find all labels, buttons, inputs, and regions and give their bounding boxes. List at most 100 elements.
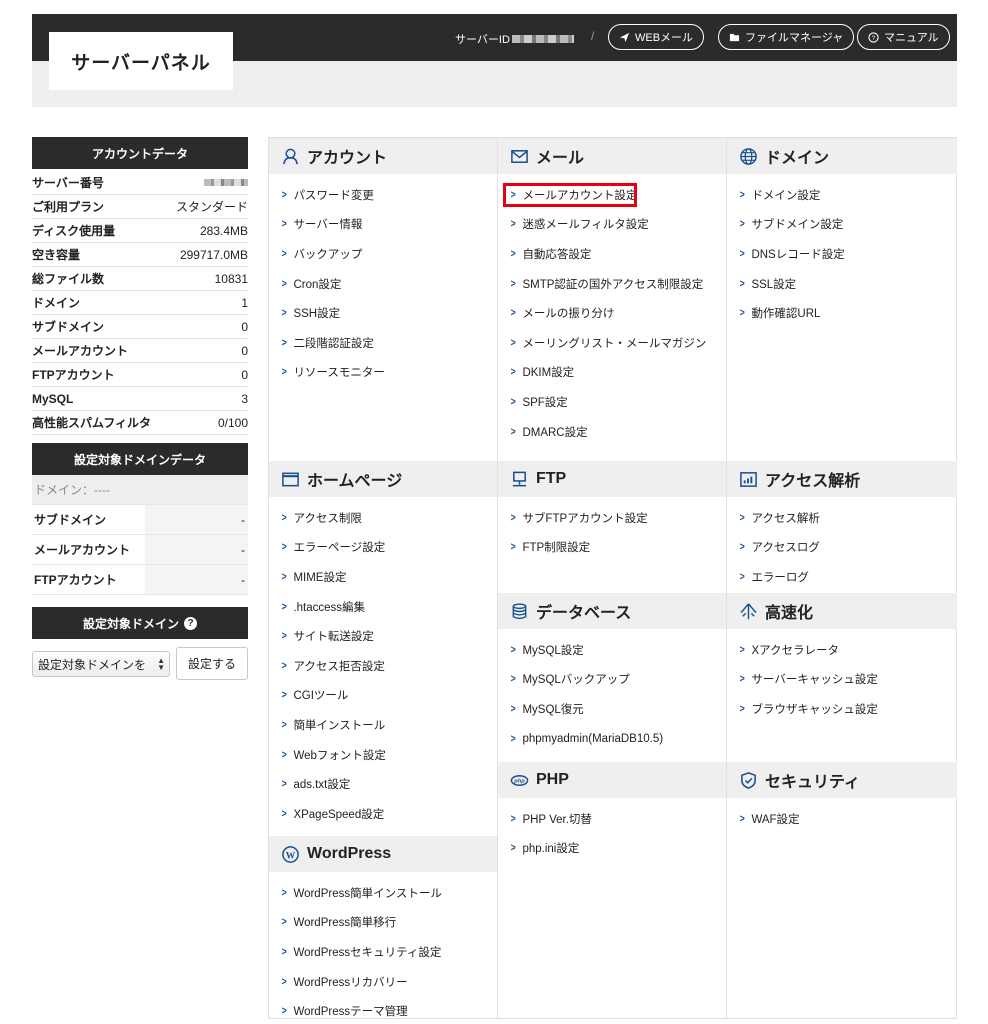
menu-spam-filter[interactable]: > 迷惑メールフィルタ設定: [498, 210, 726, 240]
target-domain-heading: 設定対象ドメイン ?: [32, 607, 248, 639]
table-row: 高性能スパムフィルタ 0/100: [32, 411, 248, 435]
account-data-table: サーバー番号 ご利用プラン スタンダード ディスク使用量 283.4MB 空き容量 2…: [32, 171, 248, 680]
menu-password-change[interactable]: > パスワード変更: [269, 180, 497, 210]
menu-wp-theme[interactable]: > WordPressテーマ管理: [269, 996, 497, 1024]
chevron-right-icon: >: [510, 336, 516, 349]
menu-mysql-restore[interactable]: > MySQL復元: [498, 694, 726, 724]
menu-two-factor[interactable]: > 二段階認証設定: [269, 328, 497, 358]
database-menu-list: > MySQL設定 > MySQLバックアップ > MySQL復元 > phpmyadm…: [498, 629, 726, 762]
menu-waf[interactable]: > WAF設定: [727, 804, 957, 834]
menu-server-cache[interactable]: > サーバーキャッシュ設定: [727, 665, 957, 695]
menu-wp-recovery[interactable]: > WordPressリカバリー: [269, 967, 497, 997]
menu-mail-sorting[interactable]: > メールの振り分け: [498, 298, 726, 328]
menu-web-font[interactable]: > Webフォント設定: [269, 740, 497, 770]
menu-easy-install[interactable]: > 簡単インストール: [269, 710, 497, 740]
menu-mysql-settings[interactable]: > MySQL設定: [498, 635, 726, 665]
menu-browser-cache[interactable]: > ブラウザキャッシュ設定: [727, 694, 957, 724]
target-domain-select[interactable]: 設定対象ドメインを ▲ ▼: [32, 651, 170, 677]
panel-logo[interactable]: サーバーパネル: [49, 32, 233, 90]
menu-phpmyadmin[interactable]: > phpmyadmin(MariaDB10.5): [498, 724, 726, 754]
menu-mime[interactable]: > MIME設定: [269, 562, 497, 592]
chevron-right-icon: >: [739, 218, 745, 231]
menu-php-ini[interactable]: > php.ini設定: [498, 834, 726, 864]
menu-access-log[interactable]: > アクセスログ: [727, 533, 957, 563]
menu-ads-txt[interactable]: > ads.txt設定: [269, 769, 497, 799]
menu-ssl[interactable]: > SSL設定: [727, 269, 957, 299]
menu-wp-security[interactable]: > WordPressセキュリティ設定: [269, 937, 497, 967]
menu-sub-ftp[interactable]: > サブFTPアカウント設定: [498, 503, 726, 533]
chevron-right-icon: >: [281, 570, 287, 583]
menu-wp-easy-install[interactable]: > WordPress簡単インストール: [269, 878, 497, 908]
menu-access-analysis[interactable]: > アクセス解析: [727, 503, 957, 533]
help-icon[interactable]: ?: [184, 616, 197, 630]
table-row: ドメイン：----: [32, 475, 248, 505]
menu-column-3: ドメイン > ドメイン設定 > サブドメイン設定 > DNSレコード設定 > SSL設定…: [727, 138, 957, 1018]
table-row: サブドメイン 0: [32, 315, 248, 339]
set-domain-button[interactable]: 設定する: [176, 647, 248, 680]
section-analytics-heading: アクセス解析: [727, 461, 957, 497]
menu-php-version[interactable]: > PHP Ver.切替: [498, 804, 726, 834]
ftp-monitor-icon: [512, 471, 527, 486]
menu-wp-migration[interactable]: > WordPress簡単移行: [269, 908, 497, 938]
menu-spf[interactable]: > SPF設定: [498, 387, 726, 417]
menu-dns-record[interactable]: > DNSレコード設定: [727, 239, 957, 269]
menu-mysql-backup[interactable]: > MySQLバックアップ: [498, 665, 726, 695]
account-menu-list: > パスワード変更 > サーバー情報 > バックアップ > Cron設定 > SSH設定 …: [269, 174, 497, 461]
manual-button[interactable]: ? マニュアル: [857, 24, 950, 50]
chevron-right-icon: >: [281, 916, 287, 929]
menu-dkim[interactable]: > DKIM設定: [498, 358, 726, 388]
menu-dmarc[interactable]: > DMARC設定: [498, 417, 726, 447]
file-manager-button[interactable]: ファイルマネージャ: [718, 24, 855, 50]
wordpress-menu-list: > WordPress簡単インストール > WordPress簡単移行 > WordP…: [269, 872, 497, 1024]
chevron-right-icon: >: [281, 659, 287, 672]
chevron-right-icon: >: [281, 718, 287, 731]
domain-data-heading: 設定対象ドメインデータ: [32, 443, 248, 475]
table-row: FTPアカウント -: [32, 565, 248, 595]
menu-cron[interactable]: > Cron設定: [269, 269, 497, 299]
menu-xpagespeed[interactable]: > XPageSpeed設定: [269, 799, 497, 829]
menu-ssh[interactable]: > SSH設定: [269, 298, 497, 328]
menu-resource-monitor[interactable]: > リソースモニター: [269, 358, 497, 388]
chevron-right-icon: >: [510, 702, 516, 715]
menu-x-accelerator[interactable]: > Xアクセラレータ: [727, 635, 957, 665]
chevron-right-icon: >: [510, 732, 516, 745]
chevron-right-icon: >: [510, 395, 516, 408]
menu-access-restriction[interactable]: > アクセス制限: [269, 503, 497, 533]
menu-auto-reply[interactable]: > 自動応答設定: [498, 239, 726, 269]
menu-error-page[interactable]: > エラーページ設定: [269, 533, 497, 563]
chevron-right-icon: >: [281, 1005, 287, 1018]
menu-htaccess[interactable]: > .htaccess編集: [269, 592, 497, 622]
chevron-right-icon: >: [510, 366, 516, 379]
menu-domain-settings[interactable]: > ドメイン設定: [727, 180, 957, 210]
chevron-right-icon: >: [281, 807, 287, 820]
menu-ftp-restriction[interactable]: > FTP制限設定: [498, 533, 726, 563]
menu-site-redirect[interactable]: > サイト転送設定: [269, 621, 497, 651]
analytics-menu-list: > アクセス解析 > アクセスログ > エラーログ: [727, 497, 957, 593]
menu-server-info[interactable]: > サーバー情報: [269, 210, 497, 240]
chevron-right-icon: >: [281, 886, 287, 899]
php-menu-list: > PHP Ver.切替 > php.ini設定: [498, 798, 726, 863]
chevron-right-icon: >: [510, 812, 516, 825]
menu-mail-account[interactable]: > メールアカウント設定: [498, 180, 726, 210]
menu-smtp-restriction[interactable]: > SMTP認証の国外アクセス制限設定: [498, 269, 726, 299]
menu-cgi-tool[interactable]: > CGIツール: [269, 681, 497, 711]
mail-menu-list: > メールアカウント設定 > 迷惑メールフィルタ設定 > 自動応答設定 > SMTP認証…: [498, 174, 726, 461]
menu-access-deny[interactable]: > アクセス拒否設定: [269, 651, 497, 681]
chevron-right-icon: >: [281, 247, 287, 260]
chevron-right-icon: >: [739, 188, 745, 201]
menu-subdomain-settings[interactable]: > サブドメイン設定: [727, 210, 957, 240]
webmail-button[interactable]: WEBメール: [608, 24, 705, 50]
chevron-right-icon: >: [281, 307, 287, 320]
menu-mailing-list[interactable]: > メーリングリスト・メールマガジン: [498, 328, 726, 358]
chevron-right-icon: >: [281, 778, 287, 791]
table-row: サーバー番号: [32, 171, 248, 195]
globe-icon: [740, 147, 757, 165]
menu-check-url[interactable]: > 動作確認URL: [727, 298, 957, 328]
chevron-right-icon: >: [510, 277, 516, 290]
menu-backup[interactable]: > バックアップ: [269, 239, 497, 269]
menu-column-2: メール > メールアカウント設定 > 迷惑メールフィルタ設定 > 自動応答設定 > SM…: [498, 138, 727, 1018]
menu-error-log[interactable]: > エラーログ: [727, 562, 957, 592]
chevron-right-icon: >: [739, 702, 745, 715]
chevron-right-icon: >: [281, 511, 287, 524]
help-icon: ?: [868, 31, 879, 43]
